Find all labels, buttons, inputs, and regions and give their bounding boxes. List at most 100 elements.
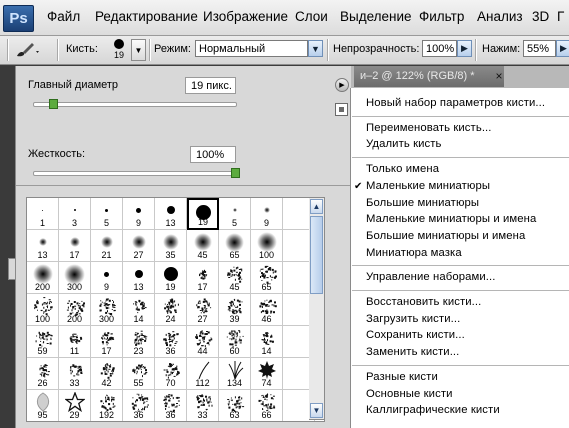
- blend-mode-select[interactable]: Нормальный: [195, 40, 308, 57]
- brush-preset-cell[interactable]: 3: [59, 198, 91, 230]
- master-diameter-slider-thumb[interactable]: [49, 99, 59, 109]
- brush-preset-cell[interactable]: 9: [123, 198, 155, 230]
- brush-preset-cell[interactable]: 45: [187, 230, 219, 262]
- brush-preset-cell[interactable]: 36: [155, 326, 187, 358]
- brush-preset-cell[interactable]: 9: [251, 198, 283, 230]
- brush-preset-cell[interactable]: 14: [251, 326, 283, 358]
- brush-preset-cell[interactable]: 35: [155, 230, 187, 262]
- brush-preset-cell[interactable]: 17: [59, 230, 91, 262]
- brush-preset-cell[interactable]: 36: [123, 390, 155, 421]
- brush-preset-cell[interactable]: 24: [155, 294, 187, 326]
- menu-image[interactable]: Изображение: [203, 9, 288, 24]
- brush-preset-cell[interactable]: 27: [123, 230, 155, 262]
- photoshop-logo[interactable]: Ps: [3, 5, 34, 32]
- brush-grid-scrollbar[interactable]: ▲ ▼: [309, 197, 325, 420]
- brush-preset-cell[interactable]: 29: [59, 390, 91, 421]
- master-diameter-input[interactable]: 19 пикс.: [185, 77, 236, 94]
- menu-file[interactable]: Файл: [47, 9, 80, 24]
- brush-preset-cell[interactable]: 19: [187, 198, 219, 230]
- master-diameter-slider[interactable]: [33, 102, 237, 107]
- brush-preset-cell[interactable]: 23: [123, 326, 155, 358]
- brush-preset-cell[interactable]: 60: [219, 326, 251, 358]
- brush-preset-cell[interactable]: 19: [155, 262, 187, 294]
- brush-preset-cell[interactable]: 65: [251, 262, 283, 294]
- menu-item[interactable]: Миниатюра мазка: [366, 247, 462, 259]
- menu-item[interactable]: Разные кисти: [366, 371, 438, 383]
- menu-item[interactable]: Только имена: [366, 163, 439, 175]
- menu-layers[interactable]: Слои: [295, 9, 328, 24]
- brush-preset-cell[interactable]: 21: [91, 230, 123, 262]
- brush-preset-cell[interactable]: 200: [27, 262, 59, 294]
- brush-preset-cell[interactable]: 65: [219, 230, 251, 262]
- brush-preset-cell[interactable]: 100: [27, 294, 59, 326]
- brush-preset-cell[interactable]: 27: [187, 294, 219, 326]
- menu-item[interactable]: Маленькие миниатюры и имена: [366, 213, 536, 225]
- menu-3d[interactable]: 3D: [532, 9, 549, 24]
- hardness-slider[interactable]: [33, 171, 237, 176]
- blend-mode-dropdown-button[interactable]: ▼: [308, 40, 323, 57]
- brush-preview[interactable]: 19: [108, 37, 130, 63]
- brush-preset-cell[interactable]: 66: [251, 390, 283, 421]
- brush-preset-cell[interactable]: 1: [27, 198, 59, 230]
- brush-preset-cell[interactable]: 59: [27, 326, 59, 358]
- brush-preset-cell[interactable]: 36: [155, 390, 187, 421]
- brush-preset-cell[interactable]: 13: [27, 230, 59, 262]
- brush-preset-cell[interactable]: 112: [187, 358, 219, 390]
- brush-preset-cell[interactable]: 5: [219, 198, 251, 230]
- menu-item[interactable]: Основные кисти: [366, 388, 453, 400]
- menu-item[interactable]: Заменить кисти...: [366, 346, 459, 358]
- brush-preset-cell[interactable]: 33: [59, 358, 91, 390]
- menu-edit[interactable]: Редактирование: [95, 9, 198, 24]
- opacity-slider-button[interactable]: ▶: [457, 40, 472, 57]
- hardness-input[interactable]: 100%: [190, 146, 236, 163]
- menu-select[interactable]: Выделение: [340, 9, 412, 24]
- brush-preset-cell[interactable]: 17: [91, 326, 123, 358]
- menu-item[interactable]: Загрузить кисти...: [366, 313, 460, 325]
- flow-slider-button[interactable]: ▶: [556, 40, 569, 57]
- brush-preset-cell[interactable]: 200: [59, 294, 91, 326]
- menu-filter[interactable]: Фильтр: [419, 9, 464, 24]
- brush-picker-dropdown-button[interactable]: ▼: [131, 39, 146, 61]
- scroll-down-button[interactable]: ▼: [310, 403, 323, 418]
- brush-preset-cell[interactable]: 17: [187, 262, 219, 294]
- menu-item[interactable]: Сохранить кисти...: [366, 329, 465, 341]
- flow-input[interactable]: 55%: [523, 40, 556, 57]
- menu-view[interactable]: Г: [557, 9, 564, 24]
- menu-item[interactable]: Переименовать кисть...: [366, 122, 492, 134]
- hardness-slider-thumb[interactable]: [231, 168, 240, 178]
- brush-preset-cell[interactable]: 70: [155, 358, 187, 390]
- document-tab[interactable]: и–2 @ 122% (RGB/8) *: [354, 66, 504, 87]
- brush-preset-cell[interactable]: 9: [91, 262, 123, 294]
- menu-item[interactable]: Новый набор параметров кисти...: [366, 97, 545, 109]
- brush-preset-cell[interactable]: 14: [123, 294, 155, 326]
- brush-preset-cell[interactable]: 26: [27, 358, 59, 390]
- menu-item[interactable]: Управление наборами...: [366, 271, 495, 283]
- brush-preset-cell[interactable]: 134: [219, 358, 251, 390]
- brush-preset-cell[interactable]: 74: [251, 358, 283, 390]
- brush-preset-cell[interactable]: 46: [251, 294, 283, 326]
- brush-preset-cell[interactable]: 45: [219, 262, 251, 294]
- brush-preset-cell[interactable]: 13: [123, 262, 155, 294]
- scroll-up-button[interactable]: ▲: [310, 199, 323, 214]
- brush-preset-cell[interactable]: 5: [91, 198, 123, 230]
- opacity-input[interactable]: 100%: [422, 40, 457, 57]
- scrollbar-thumb[interactable]: [310, 216, 323, 294]
- new-preset-icon[interactable]: [335, 103, 348, 116]
- menu-item[interactable]: Каллиграфические кисти: [366, 404, 500, 416]
- brush-preset-cell[interactable]: 11: [59, 326, 91, 358]
- brush-preset-cell[interactable]: 100: [251, 230, 283, 262]
- brush-preset-cell[interactable]: 95: [27, 390, 59, 421]
- menu-item[interactable]: Маленькие миниатюры: [366, 180, 490, 192]
- menu-item[interactable]: Большие миниатюры: [366, 197, 479, 209]
- panel-menu-button[interactable]: ▶: [335, 78, 349, 92]
- brush-preset-cell[interactable]: 300: [91, 294, 123, 326]
- brush-preset-cell[interactable]: 13: [155, 198, 187, 230]
- brush-preset-cell[interactable]: 33: [187, 390, 219, 421]
- brush-preset-cell[interactable]: 39: [219, 294, 251, 326]
- menu-item[interactable]: Большие миниатюры и имена: [366, 230, 525, 242]
- brush-tool-preset-picker[interactable]: [13, 39, 41, 61]
- brush-preset-cell[interactable]: 63: [219, 390, 251, 421]
- menu-item[interactable]: Восстановить кисти...: [366, 296, 481, 308]
- brush-preset-cell[interactable]: 44: [187, 326, 219, 358]
- menu-analysis[interactable]: Анализ: [477, 9, 523, 24]
